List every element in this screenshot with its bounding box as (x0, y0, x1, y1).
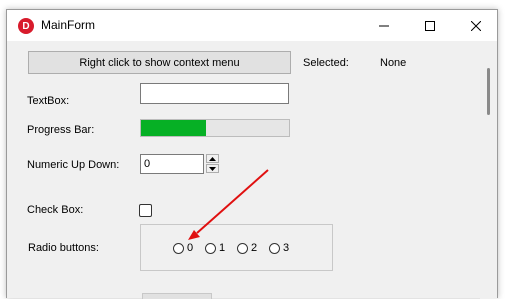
annotation-arrow-icon (188, 169, 269, 240)
annotation-arrow-line (196, 169, 269, 234)
